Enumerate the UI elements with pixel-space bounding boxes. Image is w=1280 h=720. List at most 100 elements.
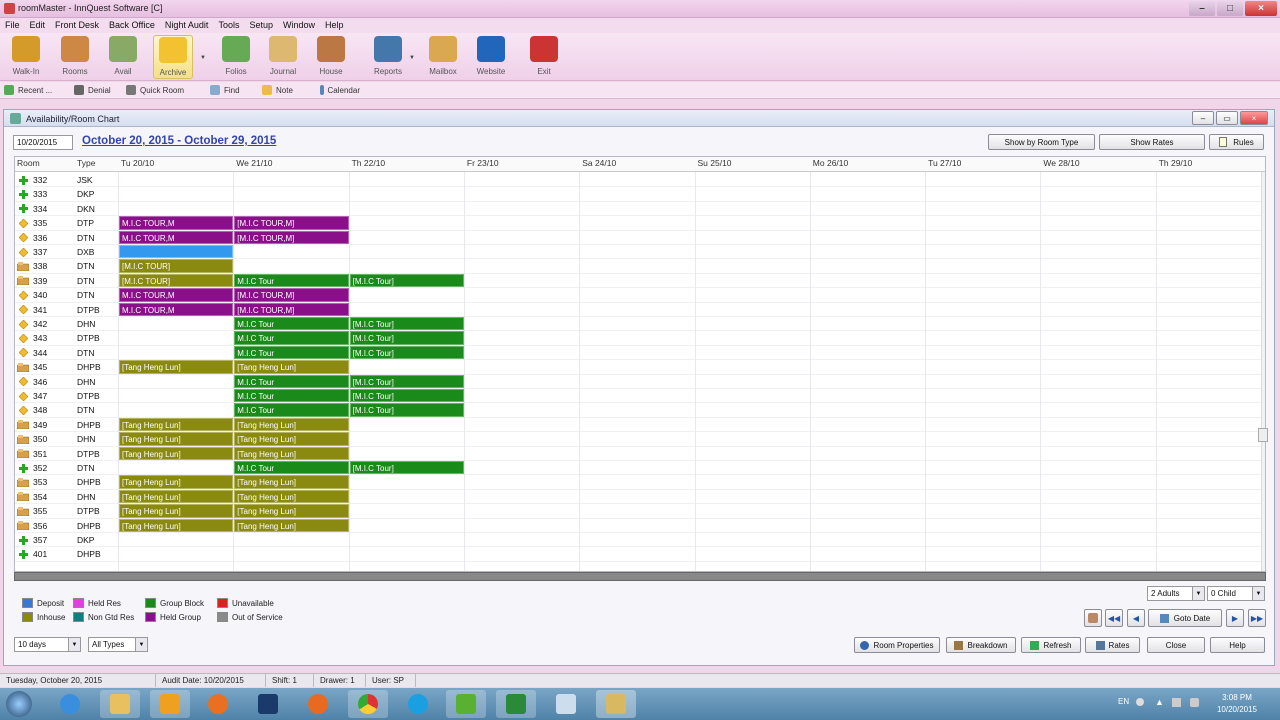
toolbar-website-button[interactable]: Website <box>473 35 509 79</box>
refresh-button[interactable]: Refresh <box>1021 637 1081 653</box>
reservation-bar[interactable]: [Tang Heng Lun] <box>119 360 234 374</box>
room-row[interactable]: 334 DKN <box>15 202 1265 217</box>
reservation-bar[interactable]: M.I.C Tour <box>234 331 349 345</box>
room-row[interactable]: 337 DXB <box>15 245 1265 260</box>
notification-icon[interactable] <box>1136 698 1144 706</box>
reservation-bar[interactable]: M.I.C Tour <box>234 403 349 417</box>
toolbar-folios-button[interactable]: Folios <box>218 35 254 79</box>
menu-item-edit[interactable]: Edit <box>25 18 51 33</box>
taskbar-utorrent-icon[interactable] <box>446 690 486 718</box>
horizontal-scrollbar[interactable] <box>14 572 1266 581</box>
reservation-bar[interactable]: [M.I.C Tour] <box>349 403 464 417</box>
quick-denial-button[interactable]: Denial <box>70 82 122 98</box>
room-row[interactable]: 349 DHPB [Tang Heng Lun] [Tang Heng Lun] <box>15 417 1265 433</box>
toolbar-journal-button[interactable]: Journal <box>265 35 301 79</box>
reservation-bar[interactable]: [M.I.C Tour] <box>349 317 464 331</box>
room-row[interactable]: 355 DTPB [Tang Heng Lun] [Tang Heng Lun] <box>15 504 1265 519</box>
taskbar-excel-icon[interactable] <box>496 690 536 718</box>
reservation-bar[interactable]: M.I.C Tour <box>234 317 349 331</box>
win-restore-button[interactable]: ▭ <box>1216 111 1238 125</box>
clock-date[interactable]: 10/20/2015 <box>1208 705 1266 714</box>
menu-item-help[interactable]: Help <box>320 18 349 33</box>
reservation-bar[interactable]: [M.I.C TOUR,M] <box>234 216 349 230</box>
taskbar-outlook-icon[interactable] <box>150 690 190 718</box>
reservation-bar[interactable]: M.I.C Tour <box>234 461 349 475</box>
show-by-room-type-button[interactable]: Show by Room Type <box>988 134 1095 150</box>
date-range-link[interactable]: October 20, 2015 - October 29, 2015 <box>82 135 276 147</box>
menu-item-setup[interactable]: Setup <box>244 18 278 33</box>
reservation-bar[interactable]: [M.I.C Tour] <box>349 273 464 288</box>
reservation-bar[interactable]: [Tang Heng Lun] <box>119 504 234 518</box>
rules-button[interactable]: Rules <box>1209 134 1264 150</box>
room-row[interactable]: 343 DTPB M.I.C Tour [M.I.C Tour] <box>15 331 1265 346</box>
room-row[interactable]: 353 DHPB [Tang Heng Lun] [Tang Heng Lun] <box>15 475 1265 490</box>
toolbar-reports-button[interactable]: Reports <box>370 35 406 79</box>
child-select[interactable]: 0 Child ▼ <box>1207 586 1265 601</box>
vertical-scrollbar[interactable] <box>1261 172 1265 571</box>
adults-select[interactable]: 2 Adults ▼ <box>1147 586 1205 601</box>
network-icon[interactable] <box>1172 698 1181 707</box>
reservation-bar[interactable]: M.I.C TOUR,M <box>119 230 234 244</box>
room-row[interactable]: 352 DTN M.I.C Tour [M.I.C Tour] <box>15 461 1265 476</box>
room-row[interactable]: 350 DHN [Tang Heng Lun] [Tang Heng Lun] <box>15 432 1265 447</box>
toolbar-exit-button[interactable]: Exit <box>526 35 562 79</box>
taskbar-media-icon[interactable] <box>198 690 238 718</box>
taskbar-photoshop-icon[interactable] <box>248 690 288 718</box>
room-properties-button[interactable]: Room Properties <box>854 637 940 653</box>
reservation-bar[interactable]: M.I.C Tour <box>234 273 349 288</box>
help-button[interactable]: Help <box>1210 637 1265 653</box>
room-row[interactable]: 333 DKP <box>15 187 1265 202</box>
menu-item-front-desk[interactable]: Front Desk <box>50 18 104 33</box>
reservation-bar[interactable]: [Tang Heng Lun] <box>234 475 349 489</box>
menu-item-back-office[interactable]: Back Office <box>104 18 160 33</box>
taskbar-chrome-icon[interactable] <box>348 690 388 718</box>
maximize-button[interactable]: □ <box>1217 1 1243 16</box>
language-indicator[interactable]: EN <box>1118 697 1129 706</box>
reservation-bar[interactable]: M.I.C TOUR,M <box>119 302 234 316</box>
taskbar-skype-icon[interactable] <box>398 690 438 718</box>
start-button-icon[interactable] <box>6 691 32 717</box>
reservation-bar[interactable]: [M.I.C TOUR] <box>119 273 234 288</box>
breakdown-button[interactable]: Breakdown <box>946 637 1016 653</box>
reservation-bar[interactable]: [M.I.C TOUR,M] <box>234 230 349 244</box>
quick-recent-button[interactable]: Recent ... <box>0 82 70 98</box>
goto-date-button[interactable]: Goto Date <box>1148 609 1222 627</box>
taskbar-firefox-icon[interactable] <box>298 690 338 718</box>
dropdown-arrow-icon[interactable]: ▼ <box>409 55 415 61</box>
room-row[interactable]: 342 DHN M.I.C Tour [M.I.C Tour] <box>15 317 1265 332</box>
win-close-button[interactable]: × <box>1240 111 1268 125</box>
previous-icon[interactable]: ◀ <box>1127 609 1145 627</box>
taskbar-explorer-icon[interactable] <box>100 690 140 718</box>
taskbar-ie-icon[interactable] <box>50 690 90 718</box>
start-date-input[interactable]: 10/20/2015 <box>13 135 73 150</box>
reservation-bar[interactable]: [Tang Heng Lun] <box>234 432 349 446</box>
reservation-bar[interactable]: [Tang Heng Lun] <box>234 518 349 532</box>
room-row[interactable]: 344 DTN M.I.C Tour [M.I.C Tour] <box>15 345 1265 361</box>
reservation-bar[interactable]: [Tang Heng Lun] <box>119 446 234 460</box>
win-minimize-button[interactable]: – <box>1192 111 1214 125</box>
last-page-icon[interactable]: ▶▶ <box>1248 609 1266 627</box>
volume-icon[interactable] <box>1190 698 1199 707</box>
room-row[interactable]: 346 DHN M.I.C Tour [M.I.C Tour] <box>15 374 1265 389</box>
menu-item-file[interactable]: File <box>0 18 25 33</box>
room-row[interactable]: 357 DKP <box>15 533 1265 548</box>
clock-time[interactable]: 3:08 PM <box>1212 693 1262 702</box>
toolbar-rooms-button[interactable]: Rooms <box>57 35 93 79</box>
room-row[interactable]: 401 DHPB <box>15 547 1265 562</box>
quick-note-button[interactable]: Note <box>258 82 316 98</box>
next-icon[interactable]: ▶ <box>1226 609 1244 627</box>
room-row[interactable]: 332 JSK <box>15 173 1265 188</box>
reservation-bar[interactable]: [Tang Heng Lun] <box>119 489 234 504</box>
room-row[interactable]: 338 DTN [M.I.C TOUR] <box>15 259 1265 274</box>
taskbar-roommaster-icon[interactable] <box>596 690 636 718</box>
reservation-bar[interactable]: M.I.C Tour <box>234 345 349 360</box>
reservation-bar[interactable]: M.I.C Tour <box>234 389 349 403</box>
reservation-bar[interactable]: [Tang Heng Lun] <box>234 489 349 504</box>
toolbar-archive-button[interactable]: Archive <box>153 35 193 79</box>
dropdown-arrow-icon[interactable]: ▼ <box>200 55 206 61</box>
reservation-bar[interactable]: [M.I.C Tour] <box>349 331 464 345</box>
toolbar-avail-button[interactable]: Avail <box>105 35 141 79</box>
reservation-bar[interactable]: [Tang Heng Lun] <box>234 360 349 374</box>
reservation-bar[interactable]: [Tang Heng Lun] <box>234 417 349 432</box>
room-row[interactable]: 345 DHPB [Tang Heng Lun] [Tang Heng Lun] <box>15 360 1265 375</box>
